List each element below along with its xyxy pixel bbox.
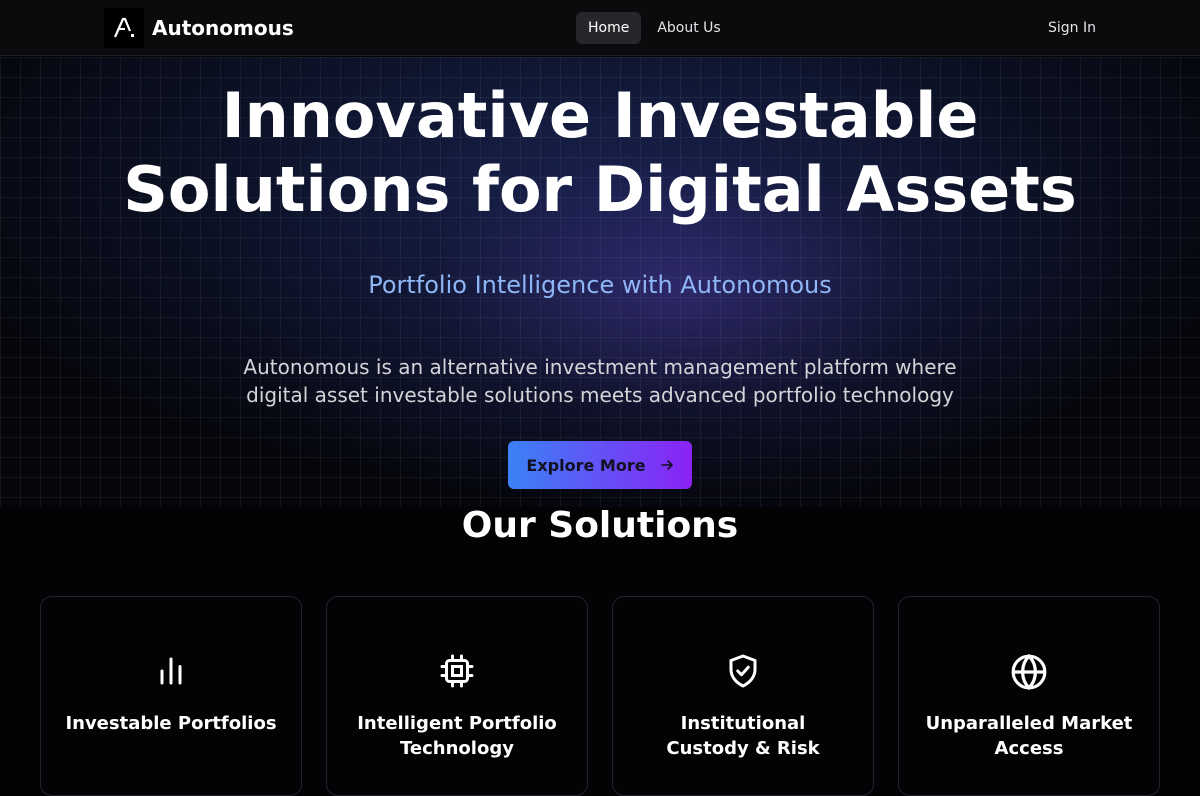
sign-in-link[interactable]: Sign In [1048, 12, 1096, 44]
nav-link-about-us[interactable]: About Us [645, 12, 732, 44]
explore-more-button[interactable]: Explore More [508, 441, 692, 489]
card-title-line-1: Institutional [680, 713, 806, 734]
brand-name: Autonomous [152, 16, 294, 40]
bar-chart-icon [160, 657, 182, 685]
card-title-line-1: Unparalleled Market [925, 713, 1133, 734]
cpu-chip-icon [440, 654, 474, 688]
card-title-line-2: Technology [400, 738, 514, 759]
hero-title-line-2: Solutions for Digital Assets [123, 153, 1077, 226]
solution-card-investable-portfolios[interactable]: Investable Portfolios [40, 596, 302, 796]
hero-section: Innovative Investable Solutions for Digi… [0, 57, 1200, 507]
solutions-heading: Our Solutions [461, 505, 739, 546]
solution-card-title: Intelligent Portfolio Technology [337, 711, 577, 761]
main-nav: Home About Us [576, 12, 733, 44]
hero-description-line-2: digital asset investable solutions meets… [246, 383, 954, 407]
solution-card-title: Investable Portfolios [51, 711, 291, 736]
hero-subtitle: Portfolio Intelligence with Autonomous [368, 271, 832, 299]
arrow-right-icon [660, 460, 673, 470]
solution-card-institutional-custody[interactable]: Institutional Custody & Risk [612, 596, 874, 796]
solution-card-market-access[interactable]: Unparalleled Market Access [898, 596, 1160, 796]
card-title-line-2: Access [994, 738, 1064, 759]
top-navbar: Autonomous Home About Us Sign In [0, 0, 1200, 56]
card-title-line-2: Custody & Risk [666, 738, 820, 759]
hero-title: Innovative Investable Solutions for Digi… [0, 79, 1200, 227]
autonomous-logo-icon [104, 8, 144, 48]
hero-title-line-1: Innovative Investable [221, 79, 979, 152]
solution-card-intelligent-portfolio-technology[interactable]: Intelligent Portfolio Technology [326, 596, 588, 796]
card-title-line-1: Investable Portfolios [65, 713, 277, 734]
explore-more-label: Explore More [526, 455, 646, 475]
shield-check-icon [729, 654, 757, 688]
globe-icon [1011, 653, 1047, 691]
solution-card-title: Institutional Custody & Risk [623, 711, 863, 761]
hero-description-line-1: Autonomous is an alternative investment … [243, 355, 957, 379]
nav-link-home[interactable]: Home [576, 12, 642, 44]
solution-card-title: Unparalleled Market Access [909, 711, 1149, 761]
card-title-line-1: Intelligent Portfolio [357, 713, 557, 734]
hero-description: Autonomous is an alternative investment … [230, 353, 970, 409]
brand-link[interactable]: Autonomous [104, 8, 294, 48]
